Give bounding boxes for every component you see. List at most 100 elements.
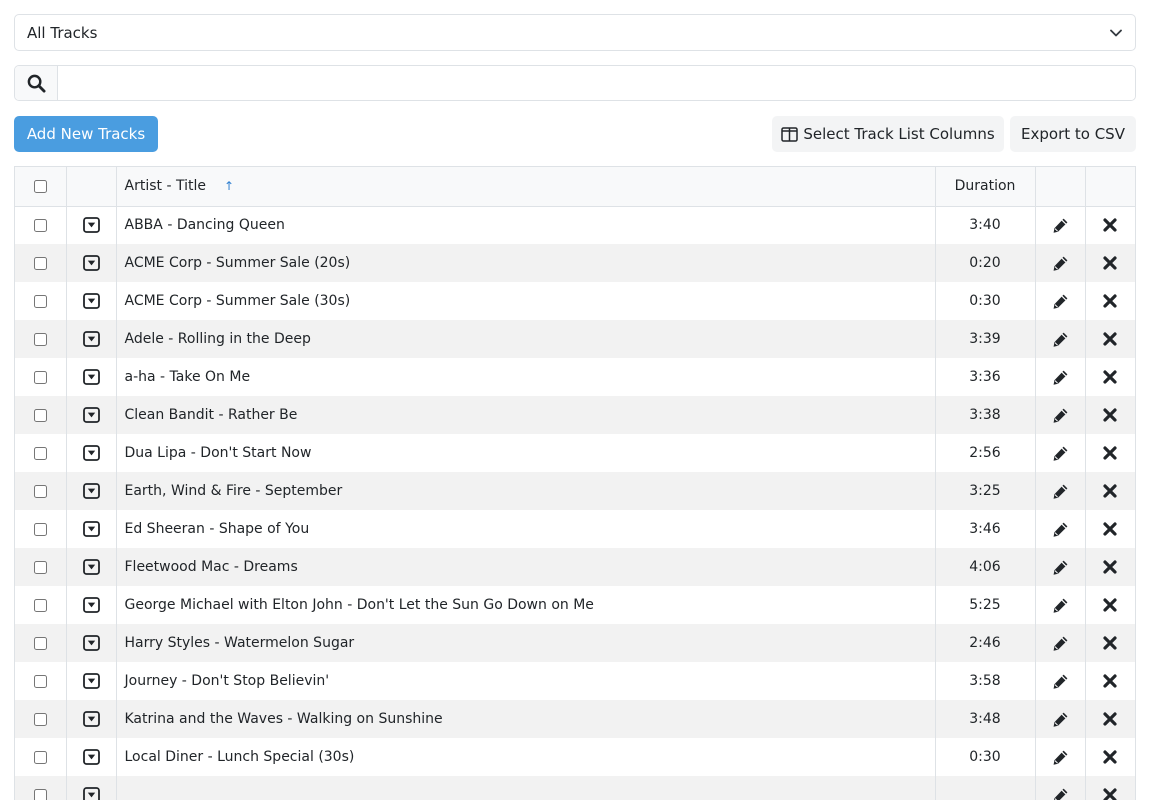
pencil-icon[interactable] — [1052, 711, 1069, 728]
row-delete-cell — [1085, 662, 1135, 700]
pencil-icon[interactable] — [1052, 407, 1069, 424]
row-select-cell — [15, 434, 67, 472]
table-row: Dua Lipa - Don't Start Now 2:56 — [15, 434, 1135, 472]
row-checkbox[interactable] — [33, 484, 47, 498]
row-checkbox[interactable] — [33, 294, 47, 308]
row-checkbox[interactable] — [33, 560, 47, 574]
row-select-cell — [15, 548, 67, 586]
track-duration: 3:38 — [935, 396, 1036, 434]
row-checkbox[interactable] — [33, 218, 47, 232]
pencil-icon[interactable] — [1052, 331, 1069, 348]
search-input[interactable] — [58, 66, 1135, 100]
close-icon[interactable] — [1103, 674, 1117, 688]
pencil-icon[interactable] — [1052, 749, 1069, 766]
header-edit-cell — [1035, 167, 1086, 207]
add-new-tracks-button[interactable]: Add New Tracks — [14, 116, 158, 152]
row-checkbox[interactable] — [33, 256, 47, 270]
close-icon[interactable] — [1103, 218, 1117, 232]
caret-square-down-icon[interactable] — [82, 711, 100, 727]
row-menu-cell — [66, 206, 117, 244]
row-edit-cell — [1035, 510, 1086, 548]
track-title: ABBA - Dancing Queen — [116, 206, 936, 244]
close-icon[interactable] — [1103, 712, 1117, 726]
select-all-checkbox[interactable] — [33, 179, 47, 193]
header-artist-title[interactable]: Artist - Title ↑ — [116, 167, 936, 207]
close-icon[interactable] — [1103, 636, 1117, 650]
close-icon[interactable] — [1103, 332, 1117, 346]
row-select-cell — [15, 624, 67, 662]
track-title: George Michael with Elton John - Don't L… — [116, 586, 936, 624]
close-icon[interactable] — [1103, 560, 1117, 574]
row-checkbox[interactable] — [33, 788, 47, 800]
row-edit-cell — [1035, 282, 1086, 320]
close-icon[interactable] — [1103, 446, 1117, 460]
close-icon[interactable] — [1103, 522, 1117, 536]
pencil-icon[interactable] — [1052, 673, 1069, 690]
track-title: Ed Sheeran - Shape of You — [116, 510, 936, 548]
table-row: ABBA - Dancing Queen 3:40 — [15, 206, 1135, 244]
close-icon[interactable] — [1103, 294, 1117, 308]
close-icon[interactable] — [1103, 484, 1117, 498]
caret-square-down-icon[interactable] — [82, 787, 100, 800]
pencil-icon[interactable] — [1052, 787, 1069, 800]
table-row: ACME Corp - Summer Sale (30s) 0:30 — [15, 282, 1135, 320]
row-checkbox[interactable] — [33, 332, 47, 346]
pencil-icon[interactable] — [1052, 217, 1069, 234]
search-icon[interactable] — [15, 66, 58, 100]
pencil-icon[interactable] — [1052, 635, 1069, 652]
track-duration — [935, 776, 1036, 800]
row-edit-cell — [1035, 738, 1086, 776]
pencil-icon[interactable] — [1052, 369, 1069, 386]
caret-square-down-icon[interactable] — [82, 445, 100, 461]
row-delete-cell — [1085, 738, 1135, 776]
caret-square-down-icon[interactable] — [82, 407, 100, 423]
header-select-cell — [15, 167, 67, 207]
row-checkbox[interactable] — [33, 408, 47, 422]
caret-square-down-icon[interactable] — [82, 673, 100, 689]
caret-square-down-icon[interactable] — [82, 749, 100, 765]
pencil-icon[interactable] — [1052, 521, 1069, 538]
caret-square-down-icon[interactable] — [82, 331, 100, 347]
close-icon[interactable] — [1103, 256, 1117, 270]
row-edit-cell — [1035, 472, 1086, 510]
row-checkbox[interactable] — [33, 712, 47, 726]
row-checkbox[interactable] — [33, 750, 47, 764]
close-icon[interactable] — [1103, 408, 1117, 422]
row-checkbox[interactable] — [33, 598, 47, 612]
close-icon[interactable] — [1103, 788, 1117, 800]
row-menu-cell — [66, 472, 117, 510]
pencil-icon[interactable] — [1052, 559, 1069, 576]
row-checkbox[interactable] — [33, 674, 47, 688]
track-duration: 3:39 — [935, 320, 1036, 358]
close-icon[interactable] — [1103, 598, 1117, 612]
caret-square-down-icon[interactable] — [82, 521, 100, 537]
columns-icon — [781, 126, 799, 142]
row-checkbox[interactable] — [33, 522, 47, 536]
caret-square-down-icon[interactable] — [82, 559, 100, 575]
pencil-icon[interactable] — [1052, 293, 1069, 310]
row-checkbox[interactable] — [33, 370, 47, 384]
row-delete-cell — [1085, 586, 1135, 624]
export-csv-button[interactable]: Export to CSV — [1010, 116, 1136, 152]
pencil-icon[interactable] — [1052, 483, 1069, 500]
select-columns-button[interactable]: Select Track List Columns — [772, 116, 1004, 152]
pencil-icon[interactable] — [1052, 255, 1069, 272]
track-duration: 3:36 — [935, 358, 1036, 396]
close-icon[interactable] — [1103, 370, 1117, 384]
caret-square-down-icon[interactable] — [82, 483, 100, 499]
row-checkbox[interactable] — [33, 636, 47, 650]
track-filter-select[interactable]: All Tracks — [14, 14, 1136, 51]
caret-square-down-icon[interactable] — [82, 293, 100, 309]
row-delete-cell — [1085, 206, 1135, 244]
caret-square-down-icon[interactable] — [82, 635, 100, 651]
caret-square-down-icon[interactable] — [82, 369, 100, 385]
caret-square-down-icon[interactable] — [82, 597, 100, 613]
caret-square-down-icon[interactable] — [82, 255, 100, 271]
close-icon[interactable] — [1103, 750, 1117, 764]
pencil-icon[interactable] — [1052, 597, 1069, 614]
caret-square-down-icon[interactable] — [82, 217, 100, 234]
header-duration[interactable]: Duration — [935, 167, 1036, 207]
table-row: Ed Sheeran - Shape of You 3:46 — [15, 510, 1135, 548]
pencil-icon[interactable] — [1052, 445, 1069, 462]
row-checkbox[interactable] — [33, 446, 47, 460]
